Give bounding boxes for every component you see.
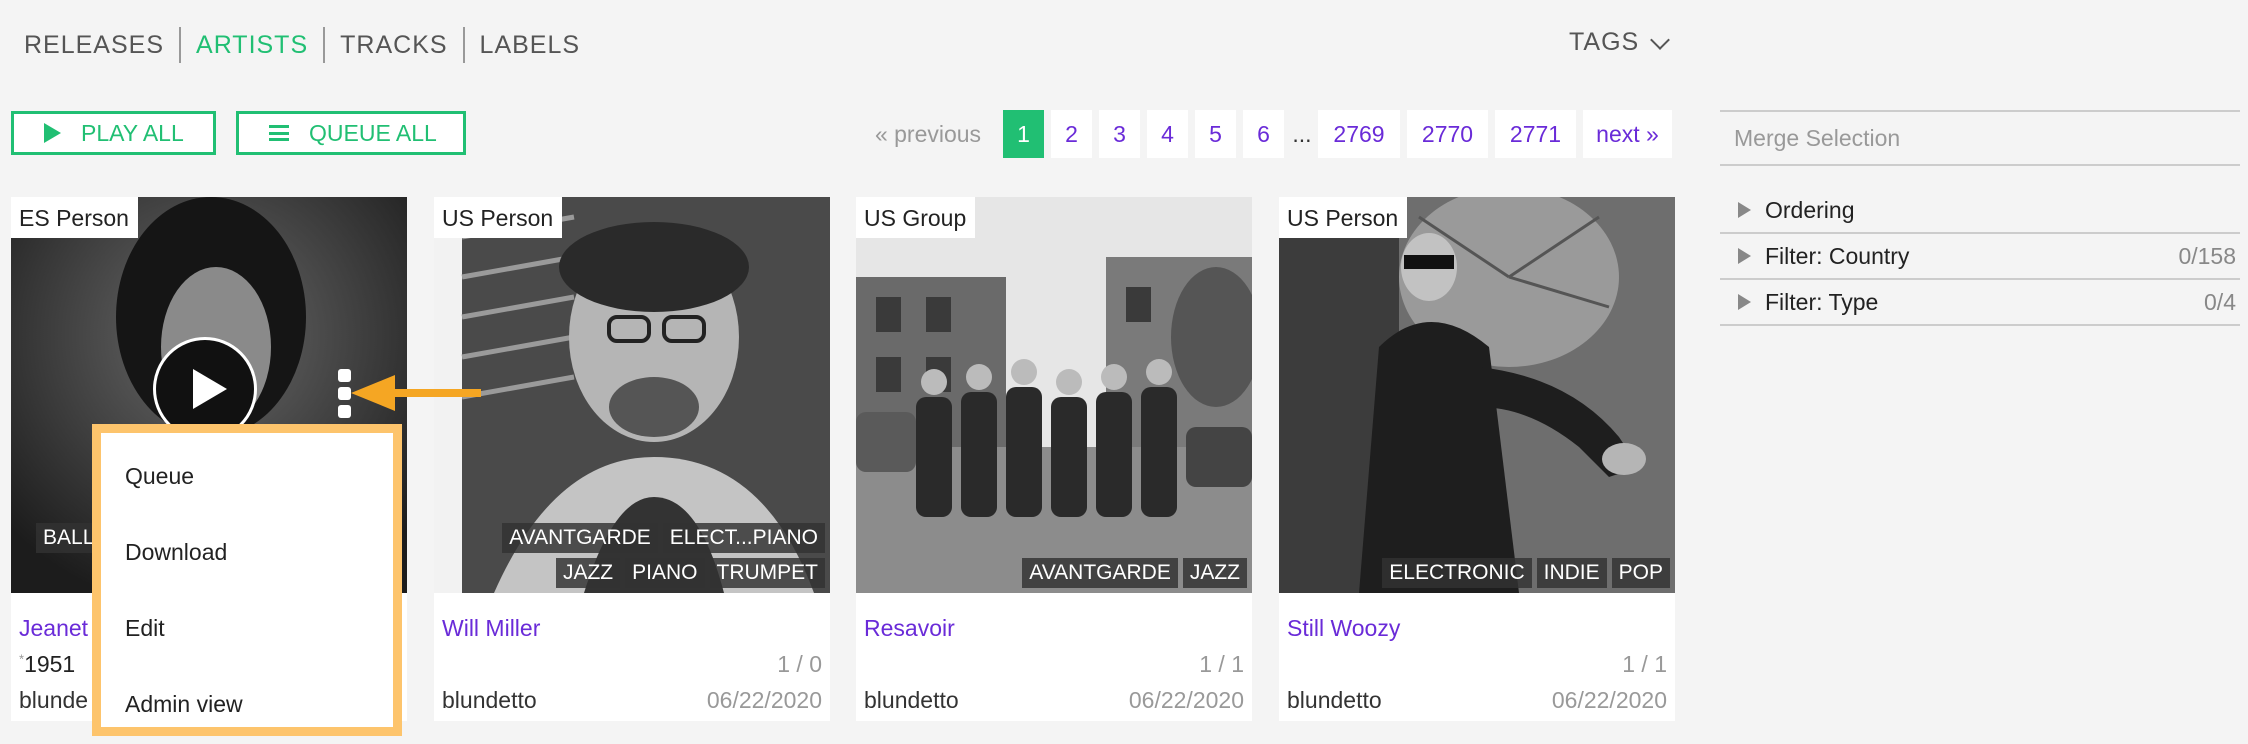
artist-card: US Person AVANTGARDE ELECT...PIANO JAZZ …: [434, 197, 830, 721]
uploader-name: blundetto: [1287, 687, 1382, 713]
triangle-right-icon: [1738, 294, 1751, 310]
nav-artists[interactable]: ARTISTS: [179, 27, 323, 63]
country-type-badge: US Person: [1279, 197, 1408, 238]
artist-name-link[interactable]: Jeanet: [19, 615, 88, 642]
pagination-ellipsis: ...: [1292, 120, 1312, 147]
pointer-arrow-icon: [351, 375, 481, 411]
tag-list: AVANTGARDE ELECT...PIANO JAZZ PIANO TRUM…: [502, 523, 825, 588]
genre-tag[interactable]: JAZZ: [1182, 558, 1247, 588]
filter-type-count: 0/4: [2204, 288, 2236, 315]
birth-year: *1951: [19, 651, 76, 677]
country-type-badge: US Person: [434, 197, 563, 238]
release-count: 1 / 1: [1622, 651, 1667, 677]
tags-label: TAGS: [1569, 28, 1640, 56]
country-type-badge: ES Person: [11, 197, 138, 238]
page-2[interactable]: 2: [1051, 110, 1092, 158]
tag-list: ELECTRONIC INDIE POP: [1382, 558, 1670, 588]
merge-selection-button[interactable]: Merge Selection: [1720, 110, 2240, 166]
country-type-badge: US Group: [856, 197, 976, 238]
genre-tag[interactable]: AVANTGARDE: [1022, 558, 1178, 588]
play-icon: [193, 369, 227, 409]
menu-item-edit[interactable]: Edit: [125, 615, 165, 642]
artist-name-link[interactable]: Resavoir: [864, 615, 955, 642]
genre-tag[interactable]: TRUMPET: [709, 558, 825, 588]
triangle-right-icon: [1738, 202, 1751, 218]
triangle-right-icon: [1738, 248, 1751, 264]
page-2770[interactable]: 2770: [1407, 110, 1488, 158]
artist-name-link[interactable]: Still Woozy: [1287, 615, 1400, 642]
genre-tag[interactable]: ELECT...PIANO: [662, 523, 825, 553]
menu-item-admin-view[interactable]: Admin view: [125, 691, 243, 718]
filter-country-toggle[interactable]: Filter: Country 0/158: [1720, 234, 2240, 280]
filter-country-count: 0/158: [2178, 242, 2236, 269]
added-date: 06/22/2020: [1551, 687, 1667, 713]
filter-country-label: Filter: Country: [1765, 242, 1910, 269]
menu-item-download[interactable]: Download: [125, 539, 227, 566]
chevron-down-icon: [1650, 29, 1671, 50]
artist-image[interactable]: US Person AVANTGARDE ELECT...PIANO JAZZ …: [434, 197, 830, 593]
sidebar: Merge Selection Ordering Filter: Country…: [1720, 110, 2240, 326]
tag-list: AVANTGARDE JAZZ: [1022, 558, 1247, 588]
artist-card: US Person ELECTRONIC INDIE POP Still Woo…: [1279, 197, 1675, 721]
genre-tag[interactable]: ELECTRONIC: [1382, 558, 1532, 588]
ordering-label: Ordering: [1765, 196, 1855, 223]
page-4[interactable]: 4: [1147, 110, 1188, 158]
uploader-name: blundetto: [442, 687, 537, 713]
page-3[interactable]: 3: [1099, 110, 1140, 158]
added-date: 06/22/2020: [706, 687, 822, 713]
artist-image[interactable]: US Person ELECTRONIC INDIE POP: [1279, 197, 1675, 593]
artist-card: US Group AVANTGARDE JAZZ Resavoir 1 / 1 …: [856, 197, 1252, 721]
page-1[interactable]: 1: [1003, 110, 1044, 158]
menu-item-queue[interactable]: Queue: [125, 463, 194, 490]
genre-tag[interactable]: INDIE: [1536, 558, 1607, 588]
nav-labels[interactable]: LABELS: [462, 27, 596, 63]
genre-tag[interactable]: PIANO: [625, 558, 705, 588]
uploader-name: blunde: [19, 687, 89, 713]
genre-tag[interactable]: JAZZ: [555, 558, 621, 588]
release-count: 1 / 0: [777, 651, 822, 677]
page-2771[interactable]: 2771: [1495, 110, 1576, 158]
uploader-name: blundetto: [864, 687, 959, 713]
artist-image[interactable]: US Group AVANTGARDE JAZZ: [856, 197, 1252, 593]
page-6[interactable]: 6: [1243, 110, 1284, 158]
nav-releases[interactable]: RELEASES: [24, 27, 179, 63]
filter-type-label: Filter: Type: [1765, 288, 1879, 315]
page-2769[interactable]: 2769: [1318, 110, 1400, 158]
artist-name-link[interactable]: Will Miller: [442, 615, 540, 642]
next-page-link[interactable]: next »: [1583, 110, 1672, 158]
tags-dropdown[interactable]: TAGS: [1569, 28, 1671, 57]
filter-type-toggle[interactable]: Filter: Type 0/4: [1720, 280, 2240, 326]
genre-tag[interactable]: AVANTGARDE: [502, 523, 658, 553]
birth-year-value: 1951: [24, 651, 76, 677]
nav-tracks[interactable]: TRACKS: [323, 27, 462, 63]
page-5[interactable]: 5: [1195, 110, 1236, 158]
genre-tag[interactable]: POP: [1611, 558, 1670, 588]
release-count: 1 / 1: [1199, 651, 1244, 677]
context-menu: Queue Download Edit Admin view: [92, 424, 402, 736]
added-date: 06/22/2020: [1128, 687, 1244, 713]
previous-page-link[interactable]: « previous: [868, 110, 988, 158]
top-nav: RELEASES ARTISTS TRACKS LABELS: [24, 26, 595, 64]
ordering-toggle[interactable]: Ordering: [1720, 188, 2240, 234]
